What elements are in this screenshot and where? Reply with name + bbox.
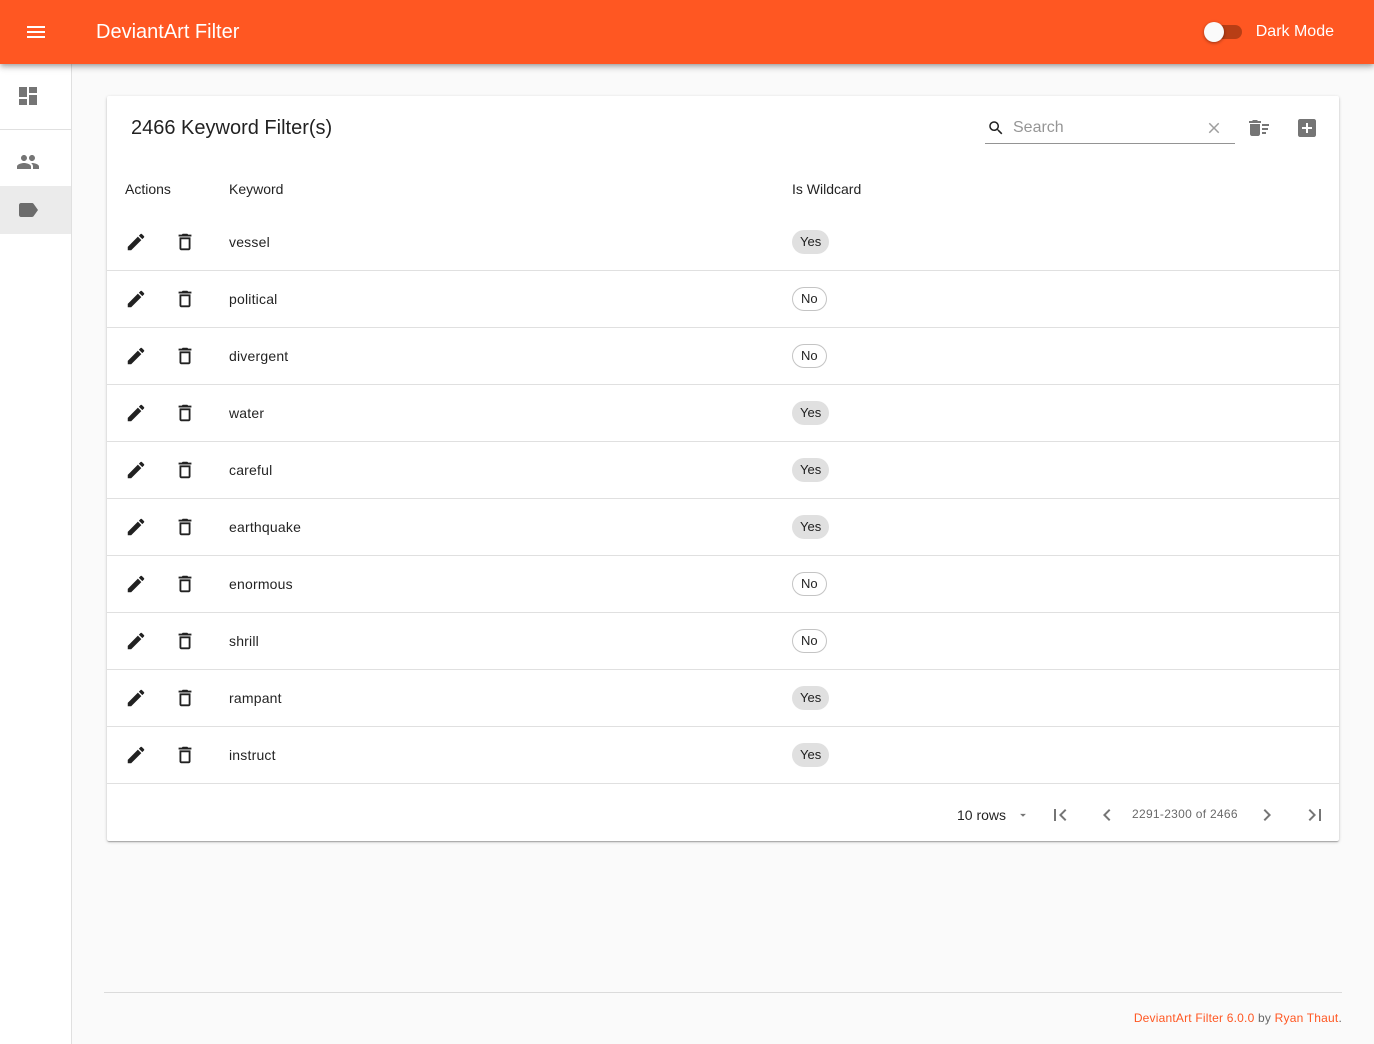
edit-icon[interactable] — [125, 402, 147, 424]
table-row: enormous No — [107, 556, 1339, 613]
last-page-icon — [1303, 803, 1327, 827]
delete-icon[interactable] — [174, 516, 196, 538]
edit-icon[interactable] — [125, 459, 147, 481]
footer-by: by — [1254, 1011, 1275, 1025]
wildcard-chip: Yes — [792, 458, 830, 482]
wildcard-chip: No — [792, 344, 827, 368]
footer-divider — [104, 992, 1342, 993]
table-row: political No — [107, 271, 1339, 328]
edit-icon[interactable] — [125, 516, 147, 538]
last-page-button[interactable] — [1303, 803, 1327, 827]
keyword-cell: vessel — [229, 234, 270, 250]
switch-thumb — [1203, 22, 1224, 42]
delete-icon[interactable] — [174, 288, 196, 310]
keyword-cell: instruct — [229, 747, 276, 763]
dashboard-icon — [16, 84, 40, 108]
delete-icon[interactable] — [174, 402, 196, 424]
keyword-cell: careful — [229, 462, 273, 478]
keyword-cell: rampant — [229, 690, 282, 706]
search-icon — [987, 119, 1005, 137]
edit-icon[interactable] — [125, 744, 147, 766]
edit-icon[interactable] — [125, 288, 147, 310]
author-link[interactable]: Ryan Thaut — [1275, 1011, 1339, 1025]
wildcard-chip: Yes — [792, 743, 830, 767]
first-page-icon — [1048, 803, 1072, 827]
table-row: shrill No — [107, 613, 1339, 670]
table-row: vessel Yes — [107, 214, 1339, 271]
table-row: rampant Yes — [107, 670, 1339, 727]
keyword-cell: enormous — [229, 576, 293, 592]
table-header: Actions Keyword Is Wildcard — [107, 164, 1339, 214]
wildcard-chip: Yes — [792, 230, 830, 254]
table-row: water Yes — [107, 385, 1339, 442]
edit-icon[interactable] — [125, 231, 147, 253]
delete-sweep-icon — [1247, 116, 1271, 140]
keyword-cell: divergent — [229, 348, 289, 364]
add-box-icon — [1295, 116, 1319, 140]
app-title: DeviantArt Filter — [96, 21, 240, 43]
people-icon — [16, 150, 40, 174]
dark-mode-switch[interactable] — [1203, 22, 1242, 42]
delete-icon[interactable] — [174, 459, 196, 481]
table-row: instruct Yes — [107, 727, 1339, 784]
edit-icon[interactable] — [125, 630, 147, 652]
clear-search-icon[interactable] — [1205, 119, 1223, 137]
dropdown-arrow-icon — [1016, 808, 1030, 822]
app-bar: DeviantArt Filter Dark Mode — [0, 0, 1374, 64]
keyword-cell: water — [229, 405, 265, 421]
keyword-cell: shrill — [229, 633, 259, 649]
delete-icon[interactable] — [174, 744, 196, 766]
footer: DeviantArt Filter 6.0.0 by Ryan Thaut. — [1134, 1011, 1342, 1025]
page-range: 2291-2300 of 2466 — [1132, 807, 1238, 821]
wildcard-chip: No — [792, 572, 827, 596]
keyword-cell: political — [229, 291, 278, 307]
delete-icon[interactable] — [174, 345, 196, 367]
chevron-left-icon — [1095, 803, 1119, 827]
wildcard-chip: Yes — [792, 401, 830, 425]
footer-end: . — [1338, 1011, 1342, 1025]
add-filter-button[interactable] — [1295, 116, 1319, 140]
first-page-button[interactable] — [1048, 803, 1072, 827]
wildcard-chip: No — [792, 287, 827, 311]
edit-icon[interactable] — [125, 687, 147, 709]
keyword-cell: earthquake — [229, 519, 302, 535]
delete-icon[interactable] — [174, 573, 196, 595]
header-keyword[interactable]: Keyword — [229, 181, 283, 197]
delete-icon[interactable] — [174, 231, 196, 253]
wildcard-chip: Yes — [792, 515, 830, 539]
chevron-right-icon — [1255, 803, 1279, 827]
table-row: divergent No — [107, 328, 1339, 385]
header-is-wildcard[interactable]: Is Wildcard — [792, 181, 861, 197]
wildcard-chip: No — [792, 629, 827, 653]
menu-icon — [24, 20, 48, 44]
product-link[interactable]: DeviantArt Filter 6.0.0 — [1134, 1011, 1255, 1025]
card-title: 2466 Keyword Filter(s) — [131, 117, 333, 139]
search-input[interactable] — [1013, 116, 1203, 140]
nav-item-keywords[interactable] — [0, 186, 71, 234]
nav-item-dashboard[interactable] — [0, 72, 71, 120]
label-icon — [16, 198, 40, 222]
table-row: careful Yes — [107, 442, 1339, 499]
menu-button[interactable] — [12, 8, 60, 56]
next-page-button[interactable] — [1255, 803, 1279, 827]
pagination: 10 rows 2291-2300 of 2466 — [107, 789, 1339, 841]
rows-per-page-select[interactable]: 10 rows — [957, 799, 1030, 831]
nav-item-users[interactable] — [0, 138, 71, 186]
dark-mode-toggle[interactable]: Dark Mode — [1203, 20, 1334, 44]
side-nav — [0, 64, 72, 1044]
nav-divider — [0, 129, 71, 130]
edit-icon[interactable] — [125, 573, 147, 595]
keyword-filters-card: 2466 Keyword Filter(s) Actions Keyword I… — [107, 96, 1339, 841]
table-row: earthquake Yes — [107, 499, 1339, 556]
delete-icon[interactable] — [174, 687, 196, 709]
dark-mode-label: Dark Mode — [1255, 23, 1334, 40]
previous-page-button[interactable] — [1095, 803, 1119, 827]
edit-icon[interactable] — [125, 345, 147, 367]
delete-all-button[interactable] — [1247, 116, 1271, 140]
wildcard-chip: Yes — [792, 686, 830, 710]
header-actions: Actions — [125, 181, 171, 197]
delete-icon[interactable] — [174, 630, 196, 652]
rows-per-page-value: 10 rows — [957, 807, 1007, 823]
search-field[interactable] — [985, 112, 1235, 144]
